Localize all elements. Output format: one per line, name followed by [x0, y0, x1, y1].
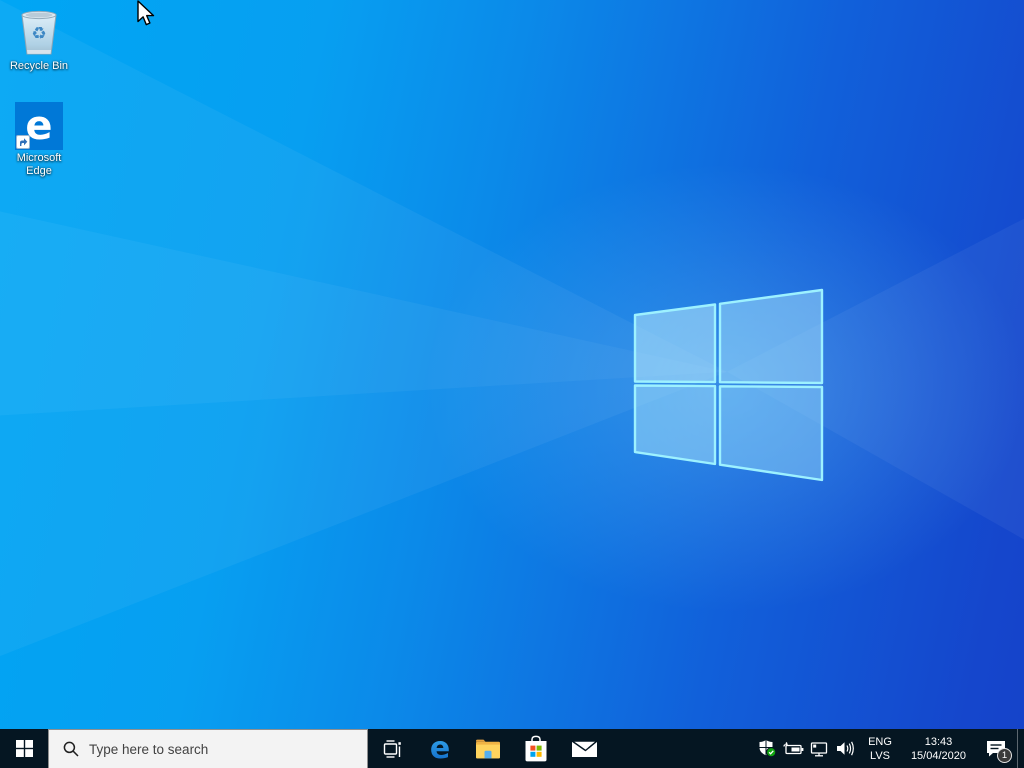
edge-tile: e: [15, 102, 63, 150]
windows-start-icon: [15, 740, 33, 757]
mail-button[interactable]: [560, 729, 608, 768]
task-view-icon: [383, 739, 401, 758]
edge-taskbar-button[interactable]: e: [416, 729, 464, 768]
search-icon: [63, 741, 79, 757]
wallpaper-logo-glow: [0, 0, 1024, 729]
language-primary: ENG: [868, 735, 892, 748]
file-explorer-button[interactable]: [464, 729, 512, 768]
search-input[interactable]: [89, 730, 367, 768]
show-desktop-button[interactable]: [1017, 729, 1024, 768]
action-center-button[interactable]: 1: [975, 729, 1017, 768]
windows-security-shield-icon: [759, 740, 776, 758]
recycle-bin-icon: ♻: [21, 10, 57, 55]
network-ethernet-icon: [810, 742, 828, 757]
task-view-button[interactable]: [368, 729, 416, 768]
file-explorer-icon: [476, 739, 500, 758]
svg-text:♻: ♻: [31, 24, 46, 44]
desktop-icon-microsoft-edge[interactable]: e Microsoft Edge: [7, 102, 71, 178]
battery-tray-button[interactable]: [780, 729, 806, 768]
store-button[interactable]: [512, 729, 560, 768]
clock[interactable]: 13:43 15/04/2020: [902, 729, 975, 768]
desktop: ♻ Recycle Bin e Microsoft Edge: [0, 0, 1024, 729]
windows-logo-wallpaper: [633, 288, 824, 482]
windows-security-tray-button[interactable]: [754, 729, 780, 768]
notification-badge: 1: [997, 748, 1012, 763]
edge-shortcut-label: Microsoft Edge: [16, 152, 62, 177]
clock-date: 15/04/2020: [910, 749, 966, 762]
taskbar-search-box: [48, 729, 368, 768]
system-tray: ENG LVS 13:43 15/04/2020 1: [754, 729, 1024, 768]
language-indicator[interactable]: ENG LVS: [858, 729, 902, 768]
mouse-cursor: [137, 0, 155, 26]
taskbar: e: [0, 729, 1024, 768]
language-secondary: LVS: [870, 749, 890, 762]
svg-text:e: e: [430, 734, 450, 764]
shortcut-arrow-icon: [16, 135, 30, 149]
microsoft-store-icon: [525, 735, 547, 761]
clock-time: 13:43: [924, 735, 953, 748]
volume-tray-button[interactable]: [832, 729, 858, 768]
mail-icon: [570, 739, 598, 757]
start-button[interactable]: [0, 729, 48, 768]
edge-icon: e: [430, 734, 450, 764]
recycle-bin-label: Recycle Bin: [9, 60, 69, 72]
network-tray-button[interactable]: [806, 729, 832, 768]
battery-charging-icon: [782, 741, 803, 754]
speaker-icon: [837, 741, 854, 756]
desktop-icon-recycle-bin[interactable]: ♻ Recycle Bin: [7, 8, 71, 73]
